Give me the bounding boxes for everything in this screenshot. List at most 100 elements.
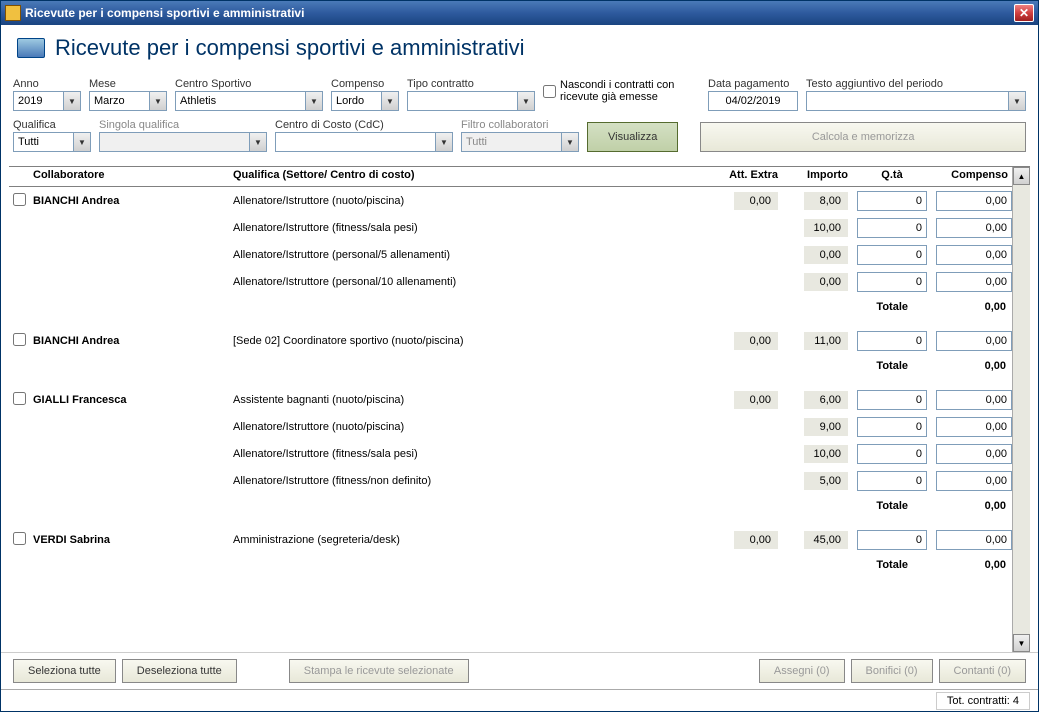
qualifica-text: [Sede 02] Coordinatore sportivo (nuoto/p… [229,333,712,349]
qualifica-input[interactable] [13,132,73,152]
totale-row: Totale0,00 [9,354,1012,378]
vertical-scrollbar[interactable]: ▲ ▼ [1012,167,1030,652]
collaboratore-name [29,226,229,230]
scroll-down-icon[interactable]: ▼ [1013,634,1030,652]
qta-input[interactable] [857,245,927,265]
extra-value: 0,00 [712,330,782,352]
bonifici-button[interactable]: Bonifici (0) [851,659,933,683]
row-checkbox[interactable] [13,392,26,405]
compenso-input[interactable] [936,191,1012,211]
table-body: BIANCHI Andrea Allenatore/Istruttore (nuo… [9,187,1012,577]
qta-input[interactable] [857,530,927,550]
scroll-track[interactable] [1013,185,1030,634]
qualifica-text: Allenatore/Istruttore (nuoto/piscina) [229,419,712,435]
table-row: Allenatore/Istruttore (personal/10 allen… [9,268,1012,295]
chevron-down-icon[interactable]: ▼ [435,132,453,152]
compenso-input[interactable] [936,444,1012,464]
totale-row: Totale0,00 [9,295,1012,319]
qualifica-field: Qualifica ▼ [13,119,91,152]
extra-value [712,280,782,284]
testo-aggiuntivo-label: Testo aggiuntivo del periodo [806,78,1026,90]
app-window: Ricevute per i compensi sportivi e ammin… [0,0,1039,712]
compenso-input[interactable] [936,417,1012,437]
qta-input[interactable] [857,272,927,292]
importo-value: 10,00 [782,217,852,239]
row-checkbox[interactable] [13,532,26,545]
mese-field: Mese ▼ [89,78,167,111]
calcola-button[interactable]: Calcola e memorizza [700,122,1026,152]
compenso-input[interactable] [331,91,381,111]
compenso-input[interactable] [936,272,1012,292]
chevron-down-icon[interactable]: ▼ [149,91,167,111]
footer-bar: Seleziona tutte Deseleziona tutte Stampa… [1,652,1038,689]
data-table: Collaboratore Qualifica (Settore/ Centro… [9,166,1030,652]
deseleziona-tutte-button[interactable]: Deseleziona tutte [122,659,237,683]
qualifica-text: Allenatore/Istruttore (fitness/non defin… [229,473,712,489]
chevron-down-icon[interactable]: ▼ [517,91,535,111]
nascondi-label: Nascondi i contratti con ricevute già em… [560,79,700,103]
nascondi-checkbox[interactable] [543,85,556,98]
importo-value: 0,00 [782,244,852,266]
table-header: Collaboratore Qualifica (Settore/ Centro… [9,167,1012,187]
window-title: Ricevute per i compensi sportivi e ammin… [25,6,304,20]
compenso-input[interactable] [936,218,1012,238]
compenso-input[interactable] [936,331,1012,351]
totale-label: Totale [876,559,932,571]
filter-row-2: Qualifica ▼ Singola qualifica ▼ Centro d… [1,115,1038,162]
filtro-collab-field: Filtro collaboratori ▼ [461,119,579,152]
totale-label: Totale [876,301,932,313]
extra-value: 0,00 [712,389,782,411]
col-compenso: Compenso [932,167,1012,186]
scroll-up-icon[interactable]: ▲ [1013,167,1030,185]
chevron-down-icon[interactable]: ▼ [73,132,91,152]
singola-qualifica-input [99,132,249,152]
chevron-down-icon[interactable]: ▼ [381,91,399,111]
compenso-input[interactable] [936,530,1012,550]
cdc-label: Centro di Costo (CdC) [275,119,453,131]
seleziona-tutte-button[interactable]: Seleziona tutte [13,659,116,683]
col-importo: Importo [782,167,852,186]
totale-value: 0,00 [932,559,1012,571]
compenso-input[interactable] [936,471,1012,491]
compenso-input[interactable] [936,390,1012,410]
chevron-down-icon[interactable]: ▼ [1008,91,1026,111]
close-button[interactable]: ✕ [1014,4,1034,22]
col-collaboratore: Collaboratore [29,167,229,186]
qta-input[interactable] [857,218,927,238]
qta-input[interactable] [857,390,927,410]
centro-input[interactable] [175,91,305,111]
chevron-down-icon[interactable]: ▼ [63,91,81,111]
qta-input[interactable] [857,417,927,437]
contanti-button[interactable]: Contanti (0) [939,659,1026,683]
visualizza-button[interactable]: Visualizza [587,122,678,152]
qta-input[interactable] [857,191,927,211]
qta-input[interactable] [857,444,927,464]
mese-input[interactable] [89,91,149,111]
centro-field: Centro Sportivo ▼ [175,78,323,111]
data-pagamento-input[interactable] [708,91,798,111]
tipo-label: Tipo contratto [407,78,535,90]
compenso-input[interactable] [936,245,1012,265]
testo-aggiuntivo-input[interactable] [806,91,1008,111]
cdc-input[interactable] [275,132,435,152]
anno-label: Anno [13,78,81,90]
totale-row: Totale0,00 [9,494,1012,518]
chevron-down-icon[interactable]: ▼ [305,91,323,111]
chevron-down-icon: ▼ [249,132,267,152]
collaboratore-name: BIANCHI Andrea [29,333,229,349]
collaboratore-name [29,479,229,483]
qta-input[interactable] [857,331,927,351]
qualifica-text: Amministrazione (segreteria/desk) [229,532,712,548]
totale-label: Totale [876,360,932,372]
stampa-button[interactable]: Stampa le ricevute selezionate [289,659,469,683]
qualifica-label: Qualifica [13,119,91,131]
assegni-button[interactable]: Assegni (0) [759,659,845,683]
row-checkbox[interactable] [13,333,26,346]
chevron-down-icon: ▼ [561,132,579,152]
qta-input[interactable] [857,471,927,491]
tipo-input[interactable] [407,91,517,111]
filter-row-1: Anno ▼ Mese ▼ Centro Sportivo ▼ Compenso… [1,67,1038,115]
col-qta: Q.tà [852,167,932,186]
anno-input[interactable] [13,91,63,111]
row-checkbox[interactable] [13,193,26,206]
